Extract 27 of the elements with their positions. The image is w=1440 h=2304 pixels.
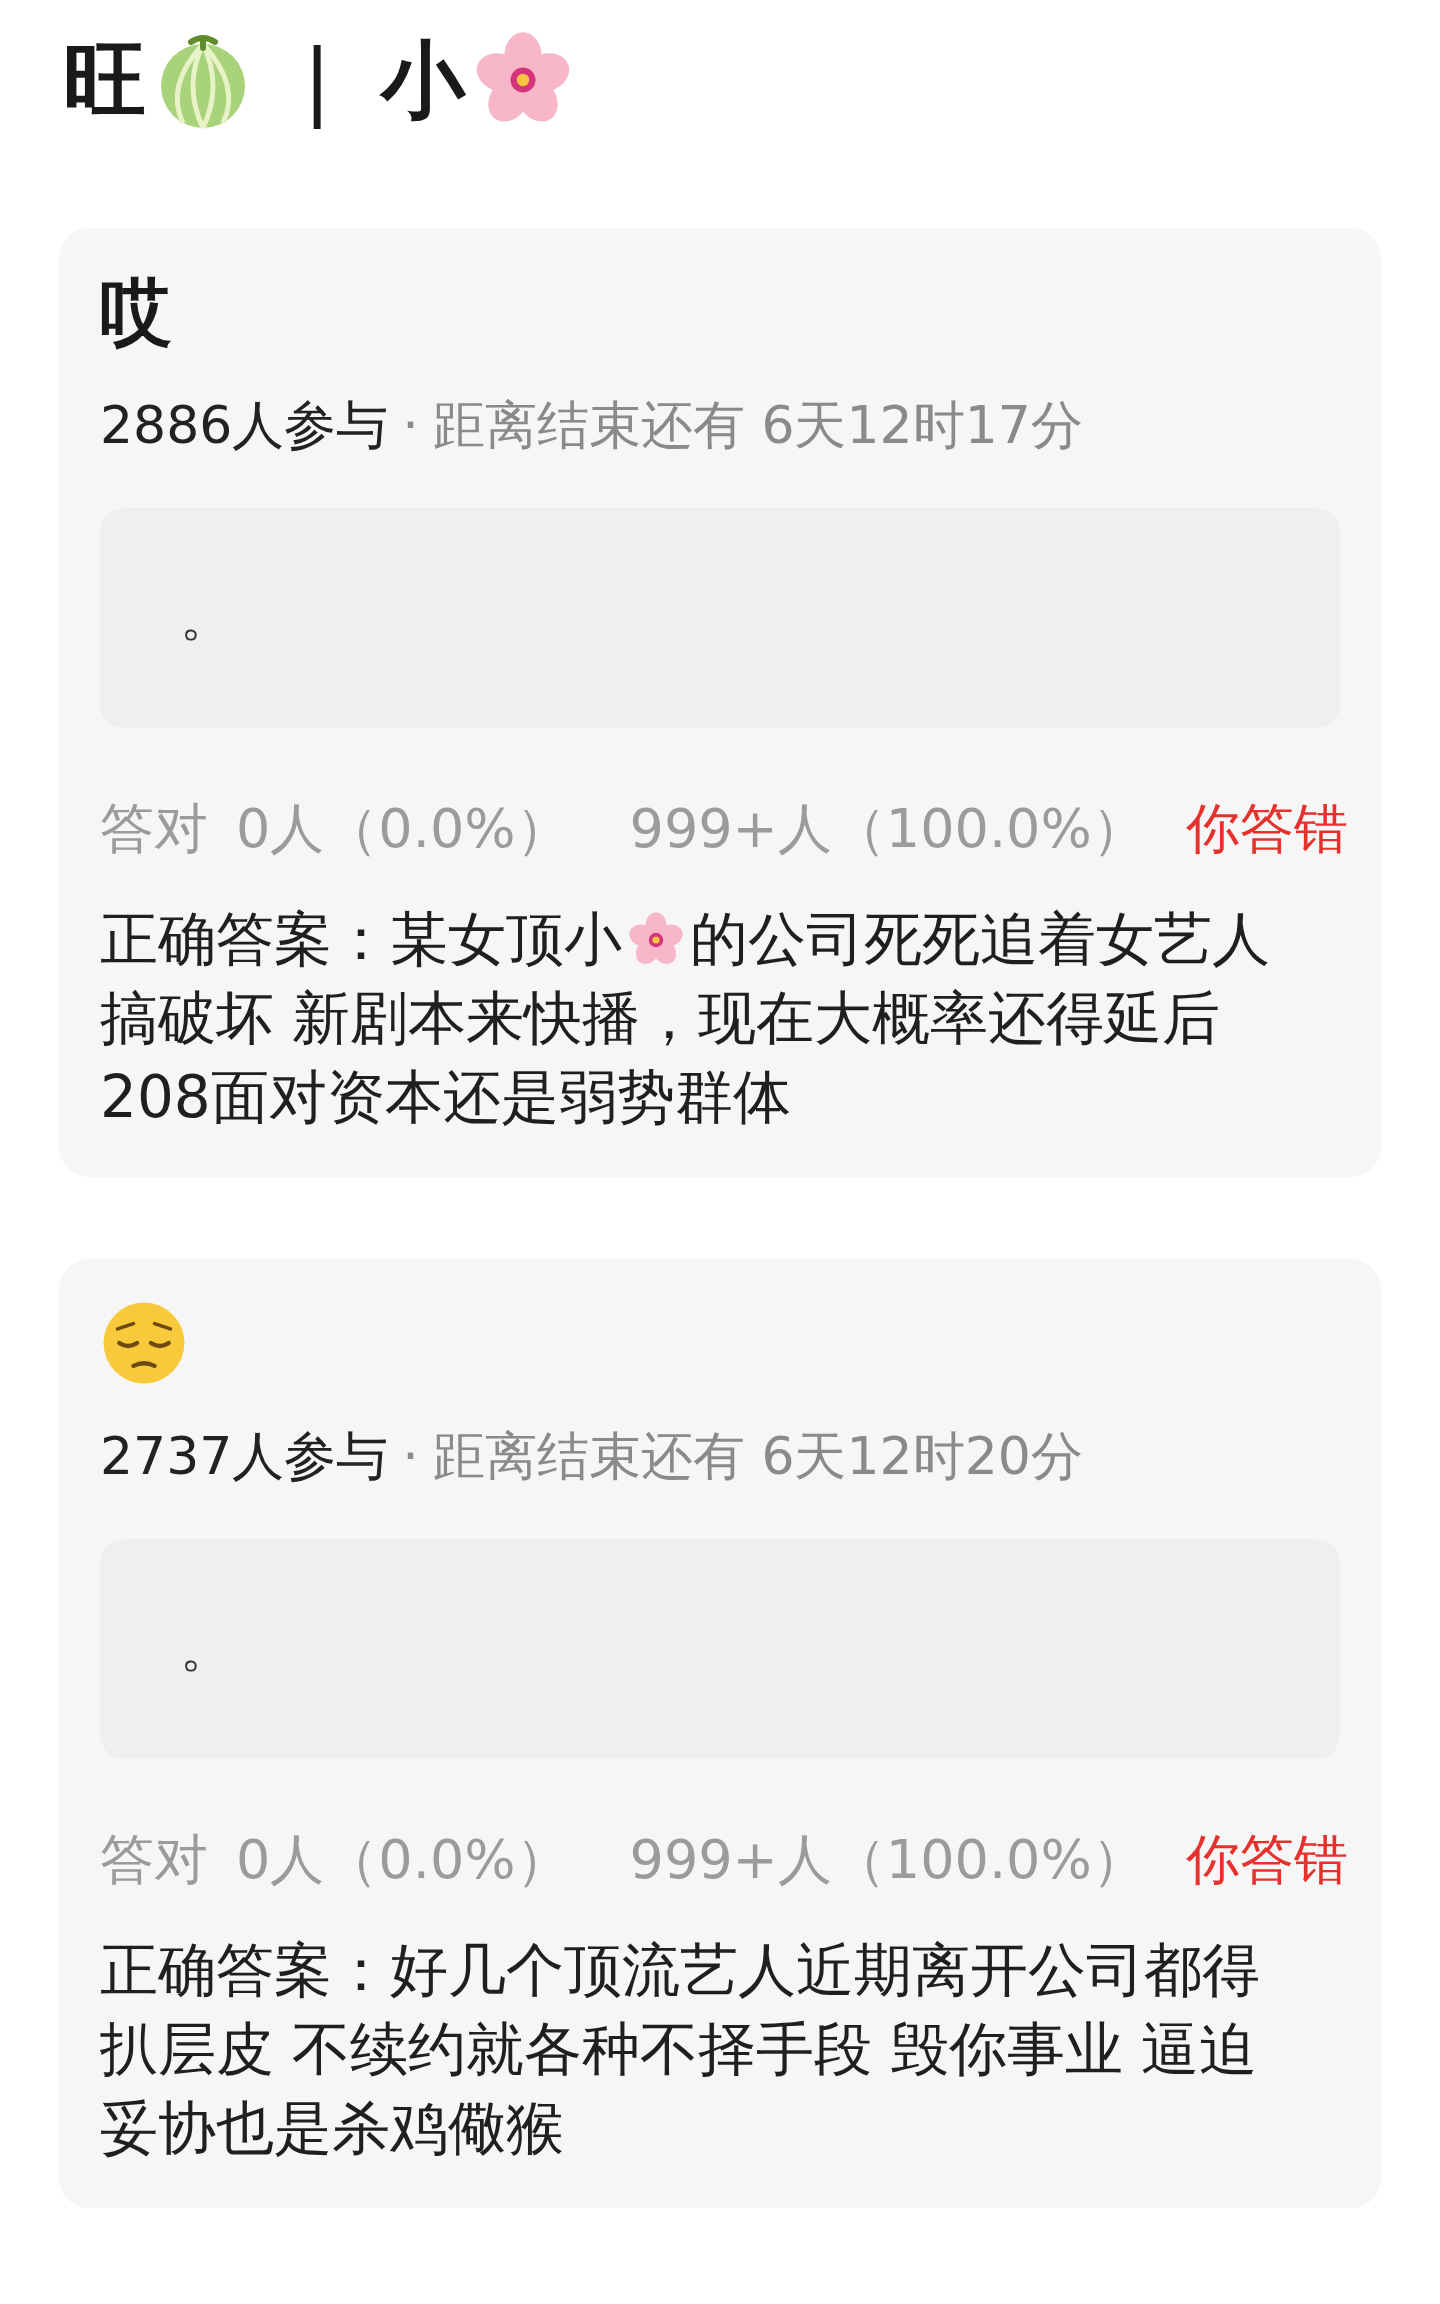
deadline-text: 距离结束还有 6天12时20分 <box>432 1425 1083 1488</box>
result-text: 你答错 <box>1185 1827 1348 1893</box>
card-title: 哎 <box>100 276 172 348</box>
correct-count: 0人（0.0%） <box>236 796 570 862</box>
wrong-count: 999+人（100.0%） <box>629 796 1146 862</box>
wrong-count: 999+人（100.0%） <box>629 1827 1146 1893</box>
user-answer-box: 。 <box>100 1539 1340 1759</box>
divider-text: | <box>303 29 332 131</box>
header-title: 小 <box>381 38 466 122</box>
stats-label: 答对 <box>100 1827 208 1893</box>
separator-dot: · <box>402 394 419 457</box>
separator-dot: · <box>402 1425 419 1488</box>
header-title: 旺 <box>63 38 147 122</box>
stats-label: 答对 <box>100 796 208 862</box>
participant-count: 2886人参与 <box>100 394 389 457</box>
result-text: 你答错 <box>1185 796 1348 862</box>
deadline-text: 距离结束还有 6天12时17分 <box>432 394 1083 457</box>
answer-text: 208面对资本还是弱势群体 <box>100 1062 791 1133</box>
answer-text: 的公司死死追着女艺人 <box>690 904 1270 975</box>
answer-text: 正确答案：好几个顶流艺人近期离开公司都得 <box>100 1935 1260 2006</box>
answer-text: 正确答案：某女顶小 <box>100 904 622 975</box>
correct-count: 0人（0.0%） <box>236 1827 570 1893</box>
answer-text: 扒层皮 不续约就各种不择手段 毁你事业 逼迫 <box>100 2014 1258 2085</box>
answer-text: 搞破坏 新剧本来快播，现在大概率还得延后 <box>100 983 1221 1054</box>
answer-text: 妥协也是杀鸡儆猴 <box>100 2093 564 2164</box>
user-answer-box: 。 <box>100 508 1340 728</box>
participant-count: 2737人参与 <box>100 1425 389 1488</box>
